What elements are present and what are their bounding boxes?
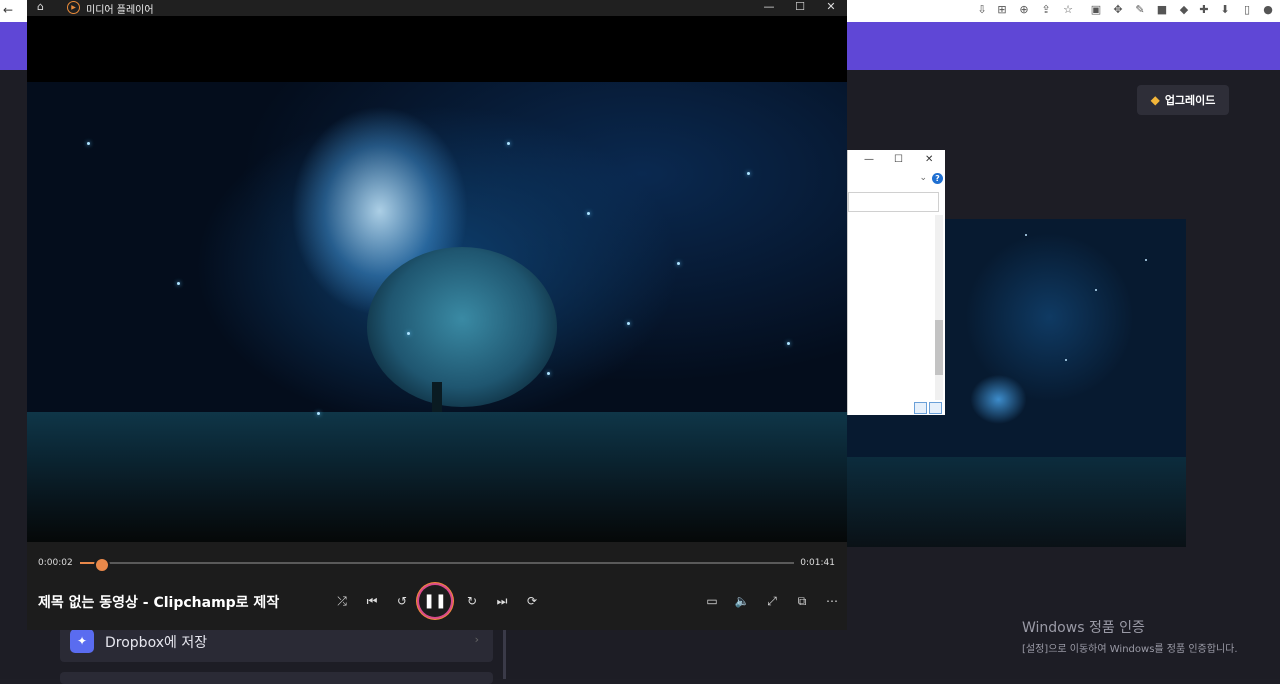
extension-icon[interactable]: ■ xyxy=(1155,3,1169,17)
player-titlebar: ⌂ ▶ 미디어 플레이어 — ☐ ✕ xyxy=(27,0,847,16)
dropbox-label: Dropbox에 저장 xyxy=(105,635,208,651)
minimize-icon[interactable]: — xyxy=(864,154,874,165)
zoom-icon[interactable]: ⊕ xyxy=(1017,3,1031,17)
extension-icon[interactable]: ▣ xyxy=(1089,3,1103,17)
maximize-icon[interactable]: ☐ xyxy=(894,154,903,165)
star xyxy=(177,282,180,285)
sidebar-icon[interactable]: ▯ xyxy=(1240,3,1254,17)
details-view-icon[interactable] xyxy=(914,402,927,414)
captions-icon[interactable]: ▭ xyxy=(703,593,721,609)
pen-icon[interactable]: ✎ xyxy=(1133,3,1147,17)
star xyxy=(677,262,680,265)
star xyxy=(1065,359,1067,361)
chevron-right-icon: › xyxy=(474,633,479,646)
puzzle-icon[interactable]: ✚ xyxy=(1197,3,1211,17)
pause-button[interactable]: ❚❚ xyxy=(419,585,451,617)
help-icon[interactable]: ? xyxy=(932,173,943,184)
star xyxy=(87,142,90,145)
media-player-logo-icon: ▶ xyxy=(67,1,80,14)
share-icon[interactable]: ⇪ xyxy=(1039,3,1053,17)
diamond-icon: ◆ xyxy=(1150,93,1160,107)
star xyxy=(747,172,750,175)
more-icon[interactable]: ⋯ xyxy=(823,593,841,609)
star xyxy=(317,412,320,415)
avatar[interactable]: ● xyxy=(1261,3,1275,17)
volume-icon[interactable]: 🔈 xyxy=(733,593,751,609)
preview-ground xyxy=(845,457,1186,547)
star xyxy=(1145,259,1147,261)
extension-icon[interactable]: ✥ xyxy=(1111,3,1125,17)
fullscreen-icon[interactable]: ⤢ xyxy=(763,593,781,609)
video-ground xyxy=(27,412,847,542)
seek-bar[interactable] xyxy=(80,557,794,573)
scrollbar-thumb[interactable] xyxy=(935,320,943,375)
upgrade-button[interactable]: ◆ 업그레이드 xyxy=(1137,85,1229,115)
video-title: 제목 없는 동영상 - Clipchamp로 제작 xyxy=(38,595,280,611)
media-player-window: ⌂ ▶ 미디어 플레이어 — ☐ ✕ 0:00:02 0:01:41 제목 없는… xyxy=(27,0,847,630)
maximize-icon[interactable]: ☐ xyxy=(790,0,810,13)
star xyxy=(507,142,510,145)
home-icon[interactable]: ⌂ xyxy=(37,0,44,13)
seek-handle[interactable] xyxy=(94,557,111,573)
star xyxy=(1025,234,1027,236)
star xyxy=(547,372,550,375)
bookmark-star-icon[interactable]: ☆ xyxy=(1061,3,1075,17)
windows-activation-watermark: Windows 정품 인증 [설정]으로 이동하여 Windows를 정품 인증… xyxy=(1022,617,1238,655)
back-icon[interactable]: ← xyxy=(3,3,13,17)
star xyxy=(1095,289,1097,291)
close-icon[interactable]: ✕ xyxy=(925,154,933,165)
panel-divider xyxy=(503,630,506,679)
video-letterbox xyxy=(27,16,847,82)
large-icons-view-icon[interactable] xyxy=(929,402,942,414)
repeat-icon[interactable]: ⟳ xyxy=(523,593,541,609)
star xyxy=(787,342,790,345)
next-save-option[interactable] xyxy=(60,672,493,684)
minimize-icon[interactable]: — xyxy=(759,0,779,13)
metamask-icon[interactable]: ◆ xyxy=(1177,3,1191,17)
dropbox-icon: ✦ xyxy=(70,629,94,653)
star xyxy=(627,322,630,325)
chevron-down-icon[interactable]: ⌄ xyxy=(919,173,927,183)
watermark-title: Windows 정품 인증 xyxy=(1022,620,1145,636)
star xyxy=(407,332,410,335)
rewind-10-icon[interactable]: ↺ xyxy=(393,593,411,609)
video-frame[interactable] xyxy=(27,82,847,542)
total-time: 0:01:41 xyxy=(800,558,835,568)
extension-icon[interactable]: ⇩ xyxy=(975,3,989,17)
download-icon[interactable]: ⬇ xyxy=(1218,3,1232,17)
file-explorer-window: — ☐ ✕ ⌄ ? xyxy=(847,150,945,415)
translate-icon[interactable]: ⊞ xyxy=(995,3,1009,17)
current-time: 0:00:02 xyxy=(38,558,73,568)
upgrade-label: 업그레이드 xyxy=(1164,94,1216,107)
shuffle-icon[interactable]: ⤮ xyxy=(333,593,351,609)
previous-icon[interactable]: ⏮ xyxy=(363,593,381,609)
video-tree xyxy=(367,247,557,407)
star xyxy=(587,212,590,215)
close-icon[interactable]: ✕ xyxy=(821,0,841,13)
address-bar[interactable] xyxy=(848,192,939,212)
miniplayer-icon[interactable]: ⧉ xyxy=(793,593,811,609)
next-icon[interactable]: ⏭ xyxy=(493,593,511,609)
window-title: 미디어 플레이어 xyxy=(86,5,154,16)
player-controls: 0:00:02 0:01:41 제목 없는 동영상 - Clipchamp로 제… xyxy=(27,542,847,630)
forward-30-icon[interactable]: ↻ xyxy=(463,593,481,609)
watermark-subtitle: [설정]으로 이동하여 Windows를 정품 인증합니다. xyxy=(1022,644,1238,655)
